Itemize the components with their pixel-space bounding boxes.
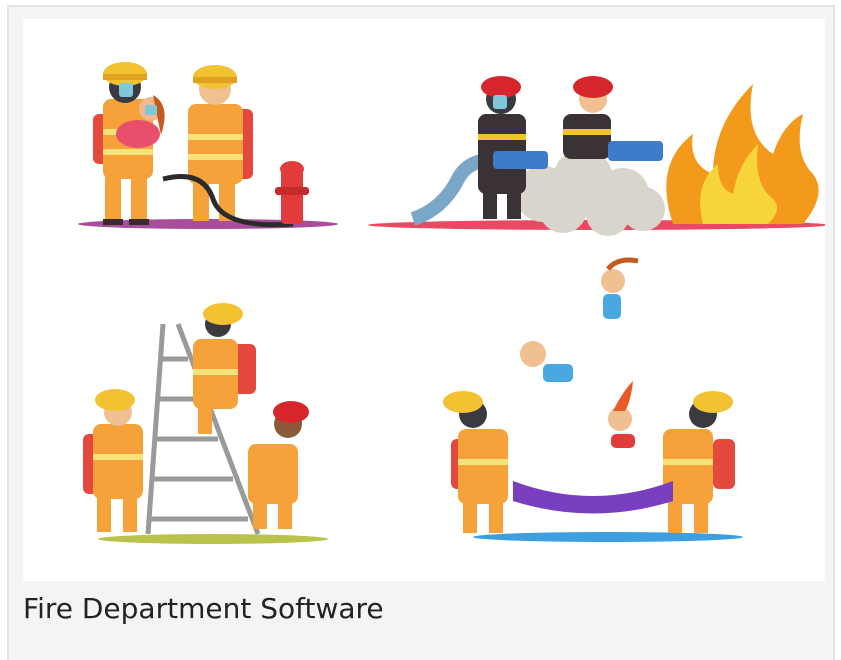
falling-child-2 bbox=[520, 341, 573, 382]
firefighter-holding-ladder bbox=[248, 401, 309, 529]
firefighter-standing bbox=[83, 389, 143, 532]
article-card[interactable]: Fire Department Software bbox=[7, 5, 835, 660]
rescue-net bbox=[513, 481, 673, 514]
falling-child-1 bbox=[601, 257, 639, 319]
firefighter-holding-net-left bbox=[443, 391, 508, 533]
firefighter-spraying-2 bbox=[563, 76, 663, 161]
falling-child-3 bbox=[608, 381, 635, 448]
fire-hydrant-icon bbox=[275, 161, 309, 224]
firefighter-carrying-child bbox=[93, 62, 165, 225]
card-title[interactable]: Fire Department Software bbox=[23, 587, 384, 631]
firefighter-with-hose bbox=[162, 65, 294, 228]
fire-flames-icon bbox=[666, 84, 819, 224]
firefighters-illustration bbox=[23, 19, 825, 581]
net-scene bbox=[443, 257, 743, 542]
hose-scene bbox=[368, 76, 825, 236]
firefighter-climbing bbox=[193, 303, 256, 434]
rescue-scene bbox=[78, 62, 338, 229]
firefighter-holding-net-right bbox=[663, 391, 735, 533]
ladder-scene bbox=[83, 303, 328, 544]
